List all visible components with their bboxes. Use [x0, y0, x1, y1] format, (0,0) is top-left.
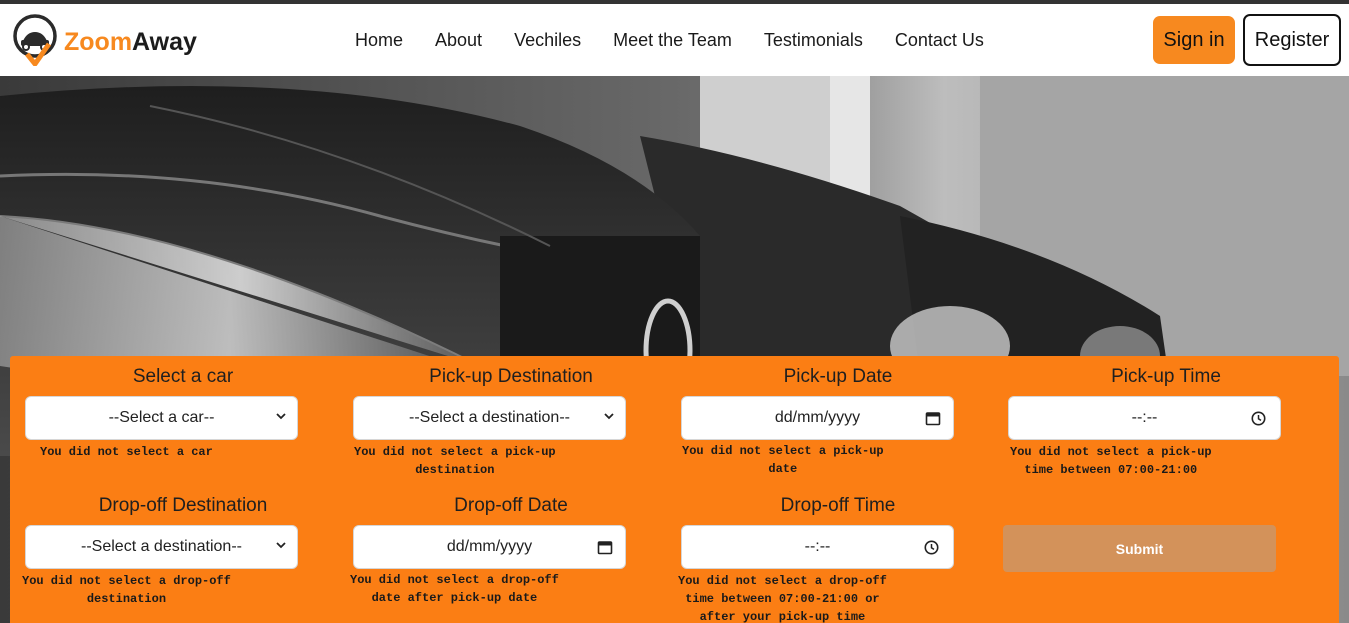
dropoff-date-input[interactable]: dd/mm/yyyy [353, 525, 626, 569]
calendar-icon[interactable] [597, 539, 613, 555]
calendar-icon[interactable] [925, 410, 941, 426]
dropoff-date-label: Drop-off Date [454, 495, 568, 516]
nav-contact-us[interactable]: Contact Us [895, 30, 984, 51]
dropoff-destination-dropdown[interactable]: --Select a destination-- [25, 525, 298, 569]
pickup-destination-error: You did not select a pick-up destination [354, 445, 556, 477]
dropoff-time-input[interactable]: --:-- [681, 525, 954, 569]
dropoff-destination-value: --Select a destination-- [81, 538, 242, 555]
main-nav: Home About Vechiles Meet the Team Testim… [355, 30, 1016, 51]
navbar: ZoomAway Home About Vechiles Meet the Te… [0, 4, 1349, 76]
pickup-time-value: --:-- [1131, 409, 1158, 426]
nav-vehicles[interactable]: Vechiles [514, 30, 581, 51]
pickup-date-input[interactable]: dd/mm/yyyy [681, 396, 954, 440]
pickup-date-label: Pick-up Date [783, 366, 893, 387]
pickup-time-label: Pick-up Time [1111, 366, 1221, 387]
dropoff-time-label: Drop-off Time [780, 495, 896, 516]
dropoff-destination-error: You did not select a drop-off destinatio… [22, 574, 231, 606]
dropoff-destination-label: Drop-off Destination [98, 495, 268, 516]
pickup-date-value: dd/mm/yyyy [774, 409, 861, 426]
pickup-time-error: You did not select a pick-up time betwee… [1010, 445, 1212, 477]
dropoff-date-error: You did not select a drop-off date after… [350, 573, 559, 605]
nav-meet-the-team[interactable]: Meet the Team [613, 30, 732, 51]
pickup-time-input[interactable]: --:-- [1008, 396, 1281, 440]
chevron-down-icon [276, 413, 286, 420]
clock-icon[interactable] [924, 540, 939, 555]
register-button[interactable]: Register [1243, 14, 1341, 66]
brand-name-part1: Zoom [64, 27, 133, 56]
clock-icon[interactable] [1251, 411, 1266, 426]
select-car-value: --Select a car-- [108, 409, 215, 426]
booking-form: Select a car --Select a car-- You did no… [10, 356, 1339, 623]
select-car-error: You did not select a car [40, 445, 213, 459]
sign-in-button[interactable]: Sign in [1153, 16, 1235, 64]
pickup-destination-value: --Select a destination-- [409, 409, 570, 426]
pickup-date-error: You did not select a pick-up date [682, 444, 884, 476]
brand-name-part2: Away [132, 27, 197, 56]
nav-about[interactable]: About [435, 30, 482, 51]
nav-testimonials[interactable]: Testimonials [764, 30, 863, 51]
dropoff-time-value: --:-- [804, 538, 831, 555]
logo-icon [13, 14, 57, 66]
dropoff-time-error: You did not select a drop-off time betwe… [678, 574, 887, 623]
select-car-label: Select a car [132, 366, 234, 387]
brand[interactable]: ZoomAway [13, 14, 197, 66]
nav-home[interactable]: Home [355, 30, 403, 51]
chevron-down-icon [276, 542, 286, 549]
pickup-destination-label: Pick-up Destination [429, 366, 593, 387]
pickup-destination-dropdown[interactable]: --Select a destination-- [353, 396, 626, 440]
select-car-dropdown[interactable]: --Select a car-- [25, 396, 298, 440]
chevron-down-icon [604, 413, 614, 420]
dropoff-date-value: dd/mm/yyyy [446, 538, 533, 555]
submit-button[interactable]: Submit [1003, 525, 1276, 572]
